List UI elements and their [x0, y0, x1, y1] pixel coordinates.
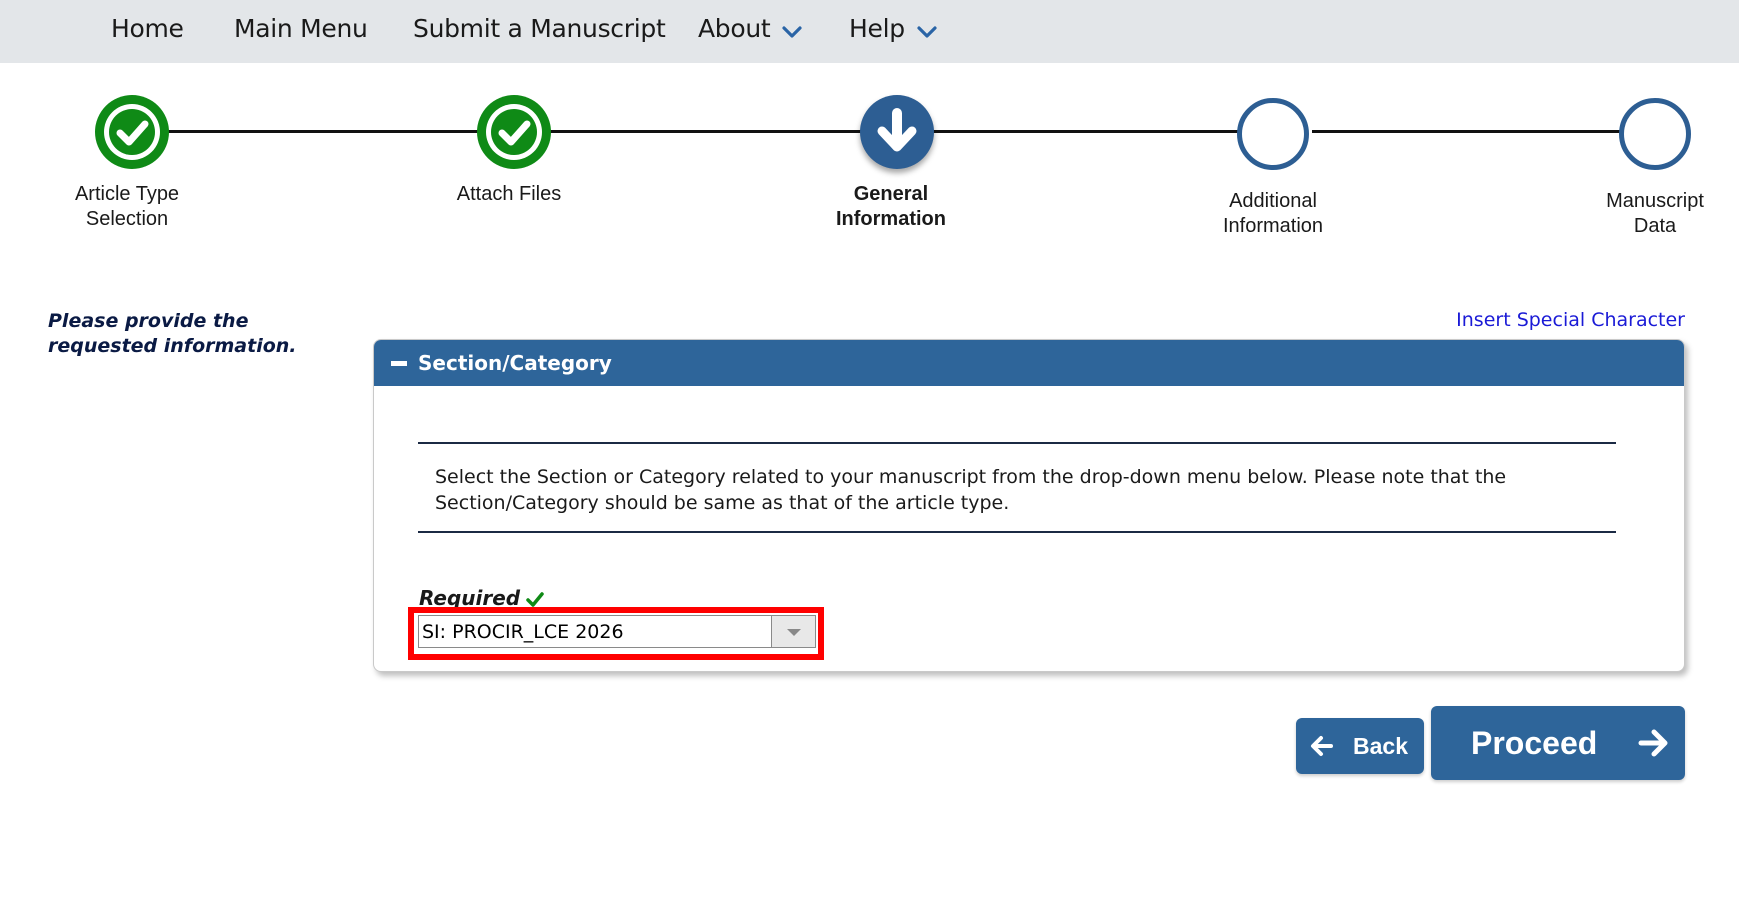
proceed-label: Proceed: [1471, 725, 1598, 761]
step-label-article-type: Article Type Selection: [27, 182, 227, 232]
step-label-line: Attach Files: [456, 183, 562, 205]
nav-home[interactable]: Home: [111, 0, 184, 58]
step-pending-icon: [1237, 98, 1309, 170]
nav-help-label: Help: [849, 14, 905, 43]
step-complete-icon: [95, 95, 169, 169]
panel-description: Select the Section or Category related t…: [435, 464, 1615, 516]
arrow-left-icon: [1310, 735, 1334, 763]
step-label-line: Information: [1222, 215, 1324, 237]
step-label-line: Manuscript: [1606, 190, 1704, 212]
section-category-select[interactable]: SI: PROCIR_LCE 2026: [418, 615, 816, 648]
step-label-line: Information: [836, 208, 946, 230]
panel-header[interactable]: Section/Category: [374, 340, 1684, 386]
instruction-line: Please provide the: [48, 310, 249, 332]
panel-title: Section/Category: [418, 351, 612, 375]
step-label-manuscript-data: Manuscript Data: [1555, 189, 1739, 239]
step-current-icon: [860, 95, 934, 169]
nav-about[interactable]: About: [698, 0, 803, 59]
back-label: Back: [1353, 733, 1408, 759]
top-navigation: Home Main Menu Submit a Manuscript About…: [0, 0, 1739, 63]
step-label-line: Data: [1633, 215, 1677, 237]
step-label-line: General: [853, 183, 929, 205]
chevron-down-icon: [917, 1, 937, 59]
tracker-connector: [168, 130, 480, 133]
instruction-text: Please provide the requested information…: [48, 309, 348, 359]
nav-about-label: About: [698, 14, 771, 43]
step-pending-icon: [1619, 98, 1691, 170]
instruction-line: requested information.: [48, 335, 297, 357]
nav-help[interactable]: Help: [849, 0, 937, 58]
dropdown-arrow-icon[interactable]: [771, 616, 815, 647]
divider: [418, 531, 1616, 533]
step-complete-icon: [477, 95, 551, 169]
collapse-icon[interactable]: [391, 361, 407, 366]
chevron-down-icon: [782, 1, 803, 59]
nav-main-menu[interactable]: Main Menu: [234, 0, 368, 58]
step-label-line: Article Type: [74, 183, 180, 205]
step-label-attach-files: Attach Files: [409, 182, 609, 207]
description-line: Select the Section or Category related t…: [435, 466, 1507, 488]
tracker-connector: [932, 130, 1244, 133]
tracker-connector: [1312, 130, 1624, 133]
tracker-connector: [550, 130, 862, 133]
step-label-line: Additional: [1229, 190, 1317, 212]
description-line: Section/Category should be same as that …: [435, 492, 1010, 514]
proceed-button[interactable]: Proceed: [1431, 706, 1685, 780]
divider: [418, 442, 1616, 444]
arrow-right-icon: [1637, 727, 1669, 767]
insert-special-character-link[interactable]: Insert Special Character: [1456, 309, 1685, 331]
step-label-line: Selection: [85, 208, 169, 230]
nav-submit-manuscript[interactable]: Submit a Manuscript: [413, 0, 666, 58]
back-button[interactable]: Back: [1296, 718, 1424, 774]
step-label-additional-information: Additional Information: [1173, 189, 1373, 239]
step-label-general-information: General Information: [791, 182, 991, 232]
select-value: SI: PROCIR_LCE 2026: [422, 621, 624, 643]
